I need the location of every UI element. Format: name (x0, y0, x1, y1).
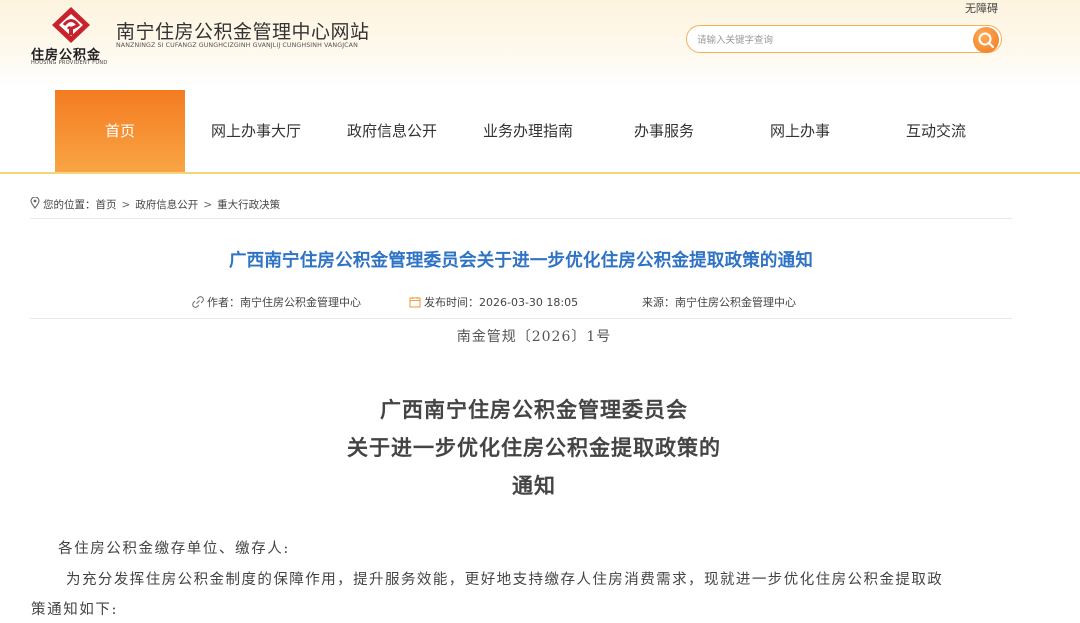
breadcrumb-home[interactable]: 首页 (96, 199, 117, 211)
search-box (686, 25, 1002, 53)
divider (30, 218, 1012, 219)
logo-english-text: HOUSING PROVIDENT FUND (31, 60, 108, 66)
publish-time-text: 发布时间：2026-03-30 18:05 (424, 296, 579, 309)
article-author: 作者：南宁住房公积金管理中心 (192, 294, 361, 310)
accessibility-link[interactable]: 无障碍 (965, 0, 998, 16)
nav-item-gov-info[interactable]: 政府信息公开 (327, 90, 457, 172)
author-text: 作者：南宁住房公积金管理中心 (207, 296, 361, 309)
link-icon (192, 296, 204, 308)
article-source: 来源：南宁住房公积金管理中心 (642, 294, 796, 310)
nav-item-guide[interactable]: 业务办理指南 (463, 90, 593, 172)
breadcrumb-prefix: 您的位置： (43, 199, 96, 211)
search-icon (978, 32, 995, 49)
housing-fund-logo-icon[interactable] (50, 6, 92, 44)
document-paragraph-line-2: 策通知如下: (31, 602, 118, 618)
breadcrumb-separator: > (121, 199, 131, 211)
search-input[interactable] (695, 29, 969, 51)
nav-item-online-hall[interactable]: 网上办事大厅 (191, 90, 321, 172)
main-nav: 首页 网上办事大厅 政府信息公开 业务办理指南 办事服务 网上办事 互动交流 (0, 88, 1080, 174)
source-text: 来源：南宁住房公积金管理中心 (642, 296, 796, 309)
article-publish-time: 发布时间：2026-03-30 18:05 (409, 294, 578, 310)
article-title: 广西南宁住房公积金管理委员会关于进一步优化住房公积金提取政策的通知 (228, 251, 814, 271)
nav-item-interaction[interactable]: 互动交流 (871, 90, 1001, 172)
breadcrumb: 您的位置：首页 > 政府信息公开 > 重大行政决策 (30, 197, 280, 212)
calendar-icon (409, 297, 421, 308)
document-title-line-1: 广西南宁住房公积金管理委员会 (380, 397, 688, 422)
document-title-line-2: 关于进一步优化住房公积金提取政策的 (347, 435, 721, 460)
nav-item-online-service[interactable]: 网上办事 (735, 90, 865, 172)
document-title-line-3: 通知 (512, 473, 556, 498)
site-header: 住房公积金 HOUSING PROVIDENT FUND 南宁住房公积金管理中心… (0, 0, 1080, 88)
document-number: 南金管规〔2026〕1号 (456, 329, 612, 345)
document-paragraph-line-1: 为充分发挥住房公积金制度的保障作用，提升服务效能，更好地支持缴存人住房消费需求，… (66, 572, 944, 588)
site-title-english: NANZNINGZ SI CUFANGZ GUNGHCIZGINH GVANJL… (116, 42, 358, 49)
document-salutation: 各住房公积金缴存单位、缴存人: (58, 541, 290, 557)
nav-item-services[interactable]: 办事服务 (599, 90, 729, 172)
nav-item-home[interactable]: 首页 (55, 90, 185, 172)
search-button[interactable] (973, 27, 999, 53)
location-pin-icon (30, 197, 40, 209)
divider (30, 318, 1012, 319)
breadcrumb-gov-info[interactable]: 政府信息公开 (135, 199, 198, 211)
breadcrumb-major-decisions[interactable]: 重大行政决策 (217, 199, 280, 211)
site-title[interactable]: 南宁住房公积金管理中心网站 (116, 17, 370, 44)
breadcrumb-separator: > (203, 199, 213, 211)
